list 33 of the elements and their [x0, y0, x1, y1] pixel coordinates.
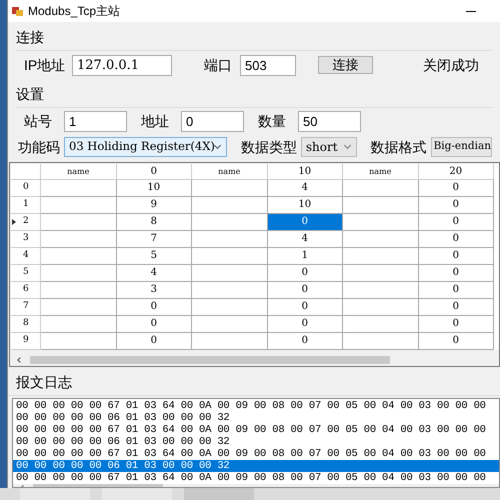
log-line[interactable]: 00 00 00 00 00 67 01 03 64 00 0A 00 09 00 08 00 07 00 05 00 04 00 03 00 00 00	[13, 472, 499, 484]
address-label: 地址	[141, 112, 169, 130]
row-header[interactable]: 9	[11, 333, 41, 350]
window-title: Modubs_Tcp主站	[28, 3, 120, 20]
type-label: 数据类型	[240, 138, 297, 156]
log-line[interactable]: 00 00 00 00 00 06 01 03 00 00 00 32	[13, 412, 499, 424]
station-label: 站号	[24, 112, 52, 130]
connect-button[interactable]: 连接	[318, 56, 373, 74]
log-line[interactable]: 00 00 00 00 00 06 01 03 00 00 00 32	[13, 436, 499, 448]
group-title: 设置	[16, 86, 44, 102]
port-field[interactable]: 503	[240, 54, 296, 76]
ip-field[interactable]: 127.0.0.1	[72, 54, 172, 76]
type-dropdown[interactable]: short	[300, 137, 357, 157]
count-field[interactable]: 50	[298, 110, 361, 132]
table-cell[interactable]: 0	[268, 333, 343, 350]
table-cell[interactable]: 0	[268, 214, 343, 231]
format-label: 数据格式	[370, 138, 427, 156]
log-line[interactable]: 00 00 00 00 00 67 01 03 64 00 0A 00 09 00 08 00 07 00 05 00 04 00 03 00 00 00	[13, 424, 499, 436]
group-title: 报文日志	[16, 374, 72, 390]
group-title: 连接	[16, 29, 44, 45]
log-line[interactable]: 00 00 00 00 00 67 01 03 64 00 0A 00 09 00 08 00 07 00 05 00 04 00 03 00 00 00	[13, 400, 499, 412]
ip-label: IP地址	[24, 56, 66, 74]
function-label: 功能码	[18, 138, 60, 156]
port-label: 端口	[204, 56, 232, 74]
station-field[interactable]: 1	[64, 110, 127, 132]
address-field[interactable]: 0	[181, 110, 244, 132]
function-dropdown[interactable]: 03 Holiding Register(4X)	[64, 137, 227, 157]
table-cell[interactable]: 0	[116, 333, 192, 350]
count-label: 数量	[258, 112, 286, 130]
status-text: 关闭成功	[423, 56, 479, 74]
log-line[interactable]: 00 00 00 00 00 67 01 03 64 00 0A 00 09 00 08 00 07 00 05 00 04 00 03 00 00 00	[13, 448, 499, 460]
table-cell[interactable]: 0	[418, 333, 494, 350]
format-dropdown[interactable]: Big-endian	[430, 137, 492, 157]
